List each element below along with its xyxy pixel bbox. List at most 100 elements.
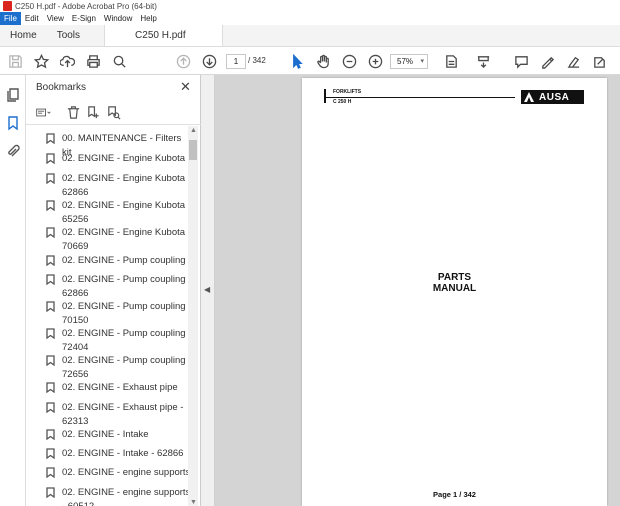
scroll-down-icon[interactable]: ▼ [190,499,197,506]
bookmark-icon [46,200,55,212]
bookmark-label: 02. ENGINE - Pump coupling - 62866 [62,274,192,299]
page-number-input[interactable]: 1 [226,54,246,69]
bookmark-label: 02. ENGINE - Pump coupling [62,255,186,266]
bookmark-icon [46,301,55,313]
save-icon[interactable] [6,52,24,70]
page-fit-icon[interactable] [442,52,460,70]
zoom-out-icon[interactable] [340,52,358,70]
document-canvas[interactable]: FORKLIFTS C 250 H AUSA PARTS MANUAL Page… [215,75,620,506]
star-icon[interactable] [32,52,50,70]
bookmark-search-icon[interactable] [106,105,122,121]
bookmark-label: 02. ENGINE - Engine Kubota [62,153,186,164]
chevron-down-icon: ▾ [420,58,424,65]
panel-collapse-handle[interactable]: ◀ [201,75,215,506]
bookmark-item[interactable]: 02. ENGINE - Pump coupling [46,254,192,268]
scrollbar-thumb[interactable] [189,140,197,160]
upload-icon[interactable] [58,52,76,70]
hand-icon[interactable] [314,52,332,70]
bookmark-item[interactable]: 02. ENGINE - engine supports - 60512 [46,486,192,506]
menu-help[interactable]: Help [136,12,160,25]
bookmark-item[interactable]: 02. ENGINE - engine supports [46,466,192,480]
bookmark-icon [46,274,55,286]
menu-file[interactable]: File [0,12,21,25]
navigation-rail [0,75,26,506]
window-title: C250 H.pdf - Adobe Acrobat Pro (64-bit) [15,1,157,11]
comment-icon[interactable] [512,52,530,70]
bookmark-icon [46,133,55,145]
bookmark-label: 02. ENGINE - Exhaust pipe - 62313 [62,402,184,427]
menu-edit[interactable]: Edit [21,12,43,25]
menu-esign[interactable]: E-Sign [68,12,100,25]
bookmark-list: 00. MAINTENANCE - Filters kit 02. ENGINE … [26,126,192,506]
bookmark-item[interactable]: 02. ENGINE - Engine Kubota - 70669 [46,226,192,253]
bookmarks-panel-title: Bookmarks [36,82,87,93]
select-pointer-icon[interactable] [288,52,306,70]
acrobat-app-icon [3,1,12,11]
page-thumbnails-icon[interactable] [5,87,21,103]
bookmark-label: 02. ENGINE - Engine Kubota - 65256 [62,200,191,225]
bookmark-icon [46,402,55,414]
menu-bar: File Edit View E-Sign Window Help [0,12,620,25]
attachments-icon[interactable] [5,143,21,159]
prev-page-icon[interactable] [174,52,192,70]
header-category: FORKLIFTS [333,89,362,95]
page-count: / 342 [248,56,266,65]
bookmarks-icon[interactable] [5,115,21,131]
new-bookmark-icon[interactable] [86,105,102,121]
bookmark-icon [46,153,55,165]
bookmark-label: 02. ENGINE - Intake [62,429,149,440]
bookmark-icon [46,255,55,267]
menu-view[interactable]: View [43,12,68,25]
bookmark-item[interactable]: 02. ENGINE - Exhaust pipe [46,381,192,395]
send-icon[interactable] [590,52,608,70]
magnify-icon[interactable] [110,52,128,70]
bookmark-item[interactable]: 02. ENGINE - Exhaust pipe - 62313 [46,401,192,428]
zoom-in-icon[interactable] [366,52,384,70]
bookmark-label: 02. ENGINE - Pump coupling - 70150 [62,301,192,326]
tab-bar: Home Tools C250 H.pdf [0,25,620,47]
window-title-bar: C250 H.pdf - Adobe Acrobat Pro (64-bit) [0,0,620,12]
tab-tools[interactable]: Tools [47,25,104,46]
bookmark-options-icon[interactable] [36,105,58,121]
bookmark-item[interactable]: 02. ENGINE - Engine Kubota - 62866 [46,172,192,199]
bookmark-icon [46,382,55,394]
pdf-page: FORKLIFTS C 250 H AUSA PARTS MANUAL Page… [302,78,607,506]
close-icon[interactable]: ✕ [180,79,191,95]
bookmark-item[interactable]: 02. ENGINE - Engine Kubota - 65256 [46,199,192,226]
bookmark-icon [46,429,55,441]
bookmarks-scrollbar[interactable]: ▲ ▼ [188,126,198,506]
ausa-logo-mark-icon [524,92,534,102]
bookmark-item[interactable]: 02. ENGINE - Pump coupling - 72404 [46,327,192,354]
bookmark-icon [46,487,55,499]
bookmark-icon [46,355,55,367]
bookmark-icon [46,227,55,239]
menu-window[interactable]: Window [100,12,136,25]
bookmark-label: 02. ENGINE - Pump coupling - 72404 [62,328,192,353]
bookmark-item[interactable]: 02. ENGINE - Pump coupling - 62866 [46,273,192,300]
bookmark-label: 02. ENGINE - engine supports [62,467,191,478]
bookmarks-panel: Bookmarks ✕ 00. MAINTENANCE - Filters ki… [26,75,201,506]
sign-icon[interactable] [538,52,556,70]
scroll-mode-icon[interactable] [474,52,492,70]
delete-bookmark-icon[interactable] [66,105,82,121]
bookmark-item[interactable]: 02. ENGINE - Intake [46,428,192,442]
zoom-dropdown[interactable]: 57% ▾ [390,54,428,69]
bookmark-item[interactable]: 02. ENGINE - Pump coupling - 72656 [46,354,192,381]
highlight-icon[interactable] [564,52,582,70]
bookmark-item[interactable]: 02. ENGINE - Engine Kubota [46,152,192,166]
scroll-up-icon[interactable]: ▲ [190,127,197,134]
tab-home[interactable]: Home [0,25,47,46]
header-model: C 250 H [333,99,352,105]
print-icon[interactable] [84,52,102,70]
bookmark-label: 02. ENGINE - Intake - 62866 [62,448,184,459]
header-bar [324,89,326,103]
ausa-logo: AUSA [521,90,584,104]
bookmark-item[interactable]: 02. ENGINE - Pump coupling - 70150 [46,300,192,327]
next-page-icon[interactable] [200,52,218,70]
tab-document[interactable]: C250 H.pdf [104,25,223,46]
bookmark-item[interactable]: 02. ENGINE - Intake - 62866 [46,447,192,461]
bookmark-icon [46,328,55,340]
bookmark-label: 02. ENGINE - Engine Kubota - 70669 [62,227,191,252]
bookmark-label: 02. ENGINE - Engine Kubota - 62866 [62,173,191,198]
bookmark-icon [46,448,55,460]
